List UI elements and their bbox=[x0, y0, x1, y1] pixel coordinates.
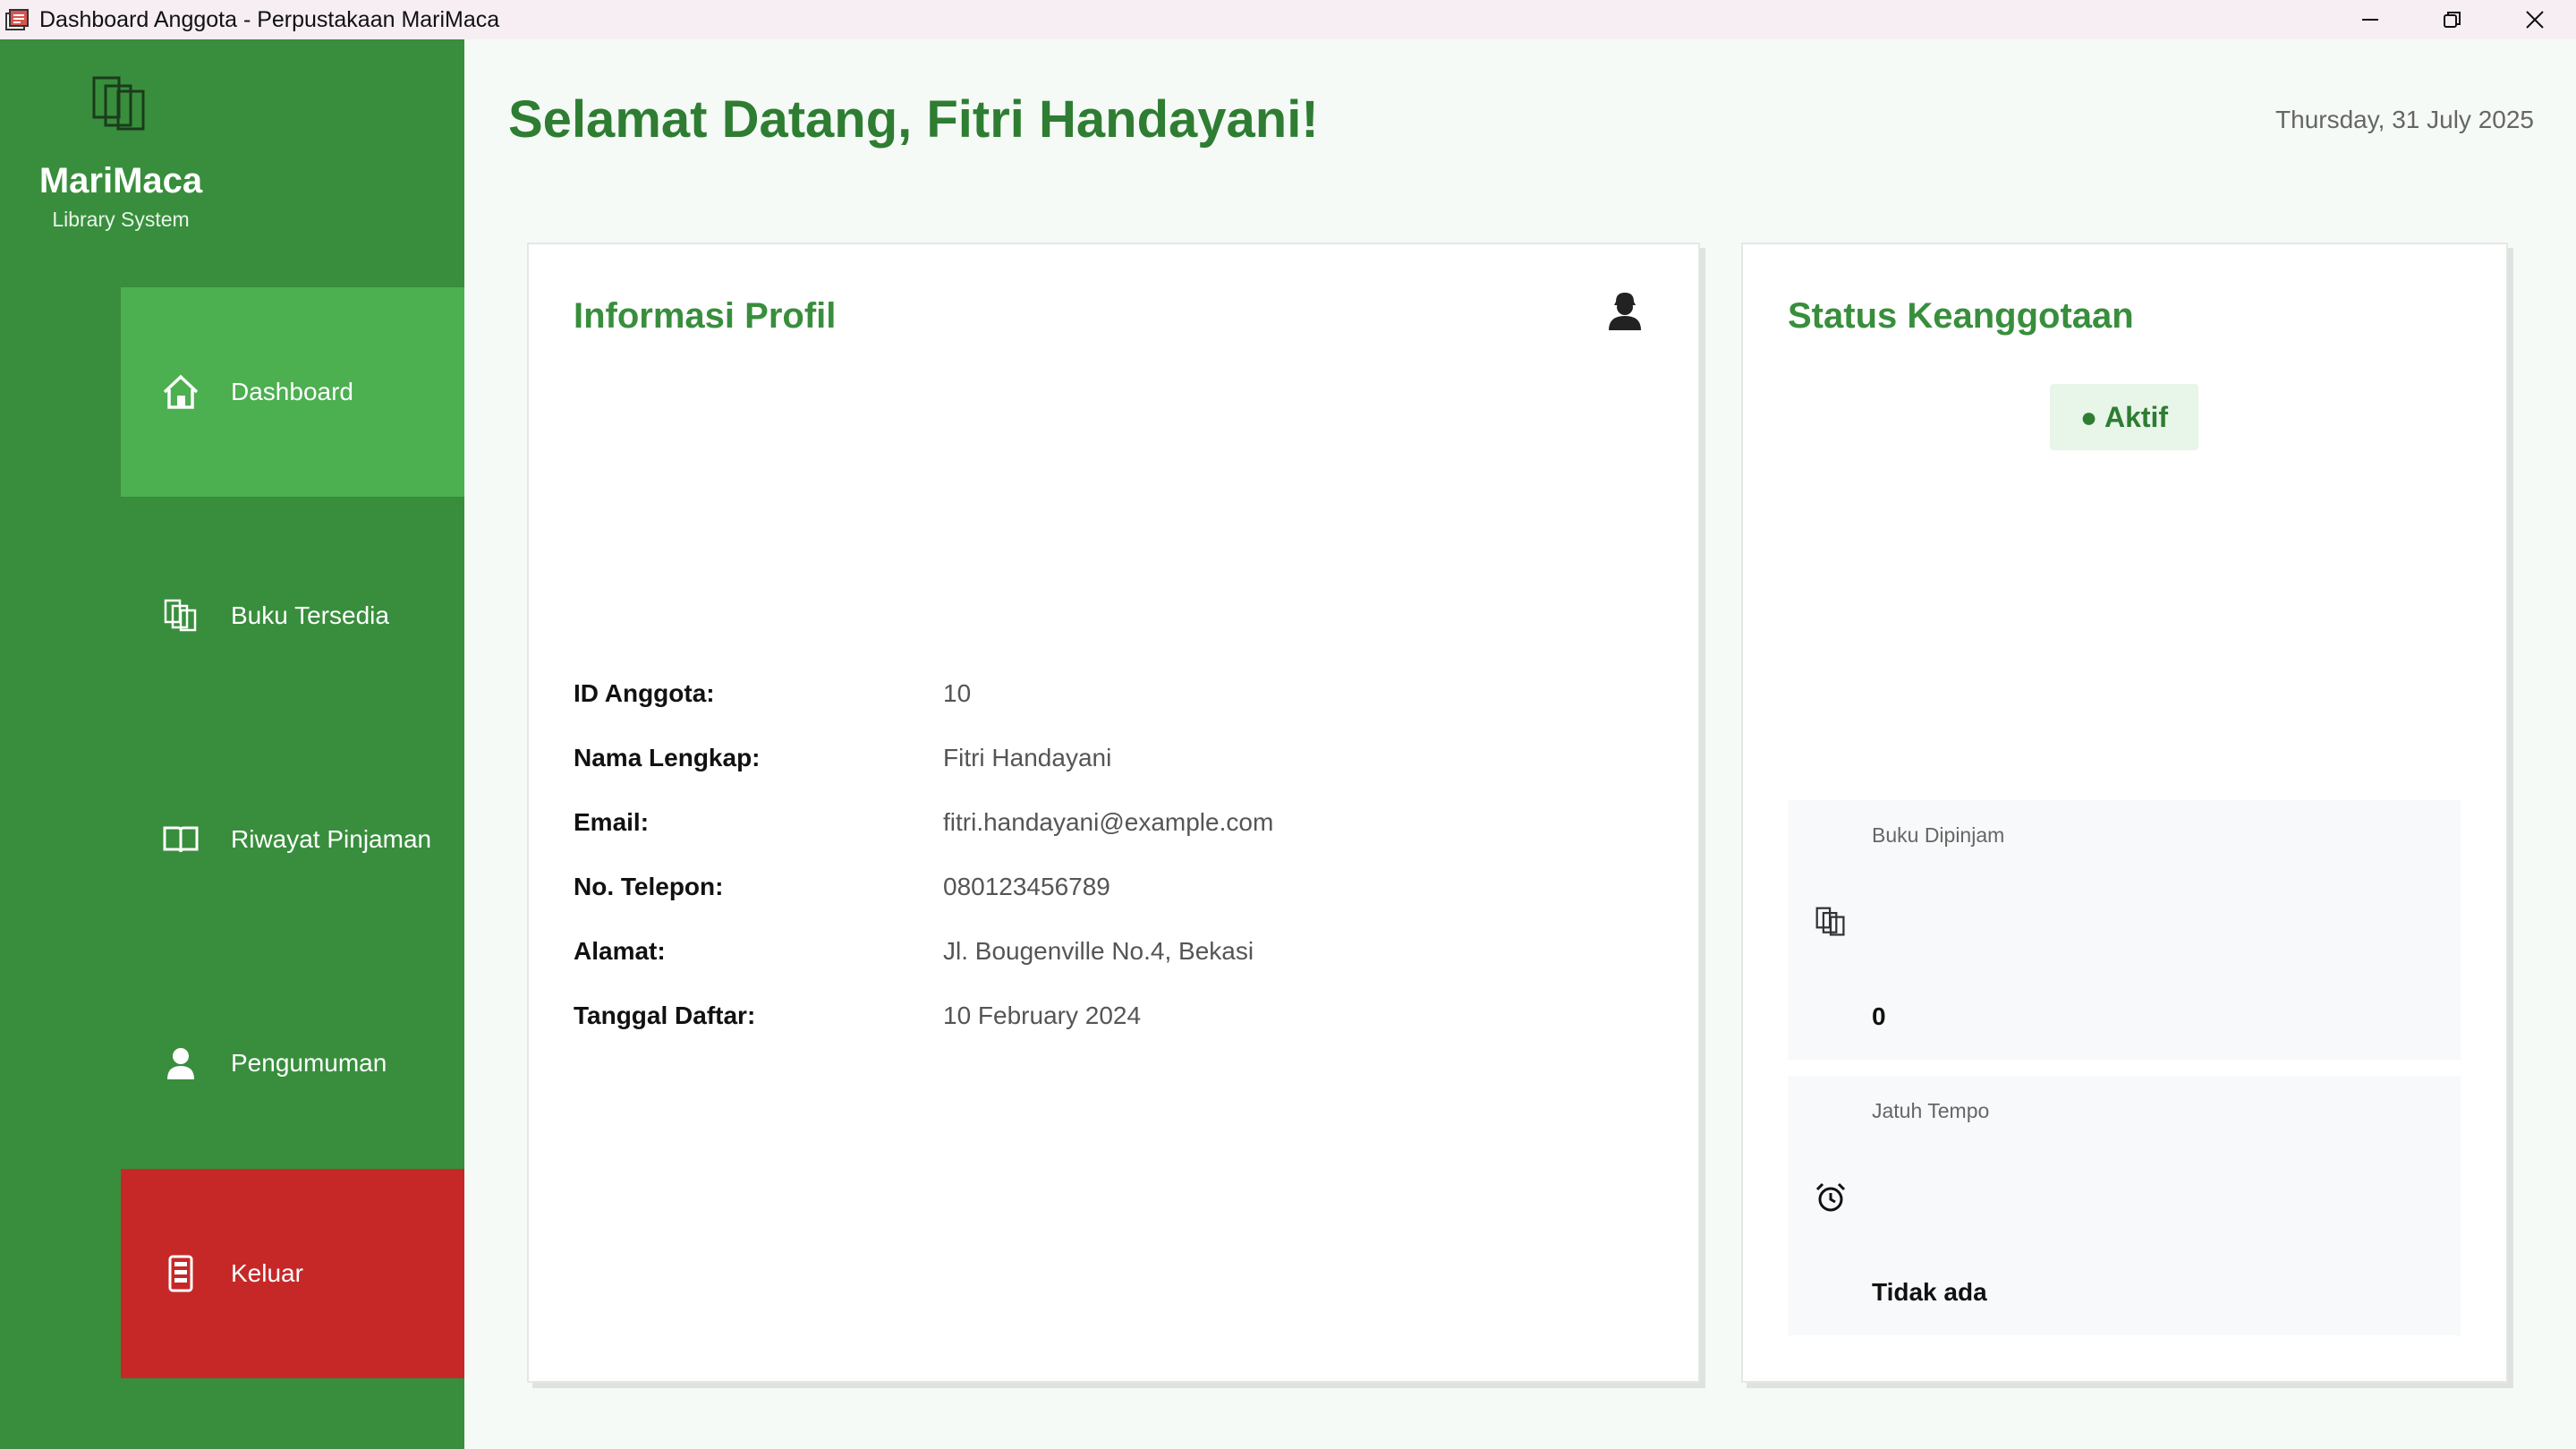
restore-button[interactable] bbox=[2411, 0, 2494, 39]
profile-value: Jl. Bougenville No.4, Bekasi bbox=[943, 937, 1254, 965]
page-title: Selamat Datang, Fitri Handayani! bbox=[508, 90, 1319, 149]
profile-value: 080123456789 bbox=[943, 873, 1110, 900]
stat-due-date: Jatuh Tempo Tidak ada bbox=[1788, 1076, 2461, 1335]
stat-label: Jatuh Tempo bbox=[1872, 1099, 1990, 1122]
stat-value: 0 bbox=[1872, 1002, 1886, 1030]
home-icon bbox=[159, 371, 202, 413]
profile-card-title: Informasi Profil bbox=[574, 296, 837, 336]
profile-row-address: Alamat: Jl. Bougenville No.4, Bekasi bbox=[574, 937, 1647, 973]
sidebar-item-label: Buku Tersedia bbox=[231, 601, 389, 629]
books-icon bbox=[1815, 906, 1850, 942]
profile-label: No. Telepon: bbox=[574, 873, 724, 900]
status-badge: ● Aktif bbox=[2050, 384, 2198, 450]
profile-row-phone: No. Telepon: 080123456789 bbox=[574, 873, 1647, 908]
profile-row-register-date: Tanggal Daftar: 10 February 2024 bbox=[574, 1002, 1647, 1037]
window-title: Dashboard Anggota - Perpustakaan MariMac… bbox=[39, 6, 500, 32]
title-bar: Dashboard Anggota - Perpustakaan MariMac… bbox=[0, 0, 2576, 39]
sidebar-item-label: Dashboard bbox=[231, 378, 353, 405]
app-icon bbox=[2, 4, 32, 35]
stat-label: Buku Dipinjam bbox=[1872, 823, 2005, 847]
alarm-clock-icon bbox=[1815, 1181, 1850, 1217]
books-icon bbox=[159, 594, 202, 637]
profile-row-id: ID Anggota: 10 bbox=[574, 679, 1647, 715]
profile-row-email: Email: fitri.handayani@example.com bbox=[574, 808, 1647, 844]
sidebar-item-label: Keluar bbox=[231, 1259, 303, 1287]
sidebar: MariMaca Library System Dashboard Buku T… bbox=[0, 39, 464, 1449]
sidebar-item-pengumuman[interactable]: Pengumuman bbox=[121, 959, 464, 1168]
current-date: Thursday, 31 July 2025 bbox=[2275, 106, 2534, 133]
profile-label: ID Anggota: bbox=[574, 679, 715, 707]
user-icon bbox=[1603, 289, 1646, 332]
user-icon bbox=[159, 1042, 202, 1085]
status-card-title: Status Keanggotaan bbox=[1788, 296, 2134, 336]
profile-value: 10 bbox=[943, 679, 972, 707]
stat-value: Tidak ada bbox=[1872, 1278, 1987, 1306]
profile-value: Fitri Handayani bbox=[943, 744, 1112, 771]
stat-borrowed-books: Buku Dipinjam 0 bbox=[1788, 800, 2461, 1060]
profile-value: fitri.handayani@example.com bbox=[943, 808, 1274, 836]
brand-name: MariMaca bbox=[38, 161, 203, 200]
sidebar-item-buku-tersedia[interactable]: Buku Tersedia bbox=[121, 511, 464, 720]
minimize-button[interactable] bbox=[2329, 0, 2411, 39]
close-button[interactable] bbox=[2494, 0, 2576, 39]
profile-card: Informasi Profil ID Anggota: 10 Nama Len… bbox=[527, 243, 1700, 1383]
profile-label: Tanggal Daftar: bbox=[574, 1002, 756, 1029]
profile-label: Nama Lengkap: bbox=[574, 744, 761, 771]
sidebar-item-dashboard[interactable]: Dashboard bbox=[121, 287, 464, 497]
logout-button[interactable]: Keluar bbox=[121, 1169, 464, 1378]
books-logo-icon bbox=[91, 75, 152, 132]
profile-row-name: Nama Lengkap: Fitri Handayani bbox=[574, 744, 1647, 780]
brand-subtitle: Library System bbox=[52, 208, 190, 231]
membership-status-card: Status Keanggotaan ● Aktif Buku Dipinjam… bbox=[1741, 243, 2508, 1383]
sidebar-item-label: Riwayat Pinjaman bbox=[231, 825, 432, 853]
profile-value: 10 February 2024 bbox=[943, 1002, 1142, 1029]
profile-label: Alamat: bbox=[574, 937, 666, 965]
sidebar-item-riwayat-pinjaman[interactable]: Riwayat Pinjaman bbox=[121, 735, 464, 944]
open-book-icon bbox=[159, 818, 202, 861]
profile-label: Email: bbox=[574, 808, 650, 836]
logout-icon bbox=[159, 1252, 202, 1295]
sidebar-item-label: Pengumuman bbox=[231, 1049, 387, 1077]
